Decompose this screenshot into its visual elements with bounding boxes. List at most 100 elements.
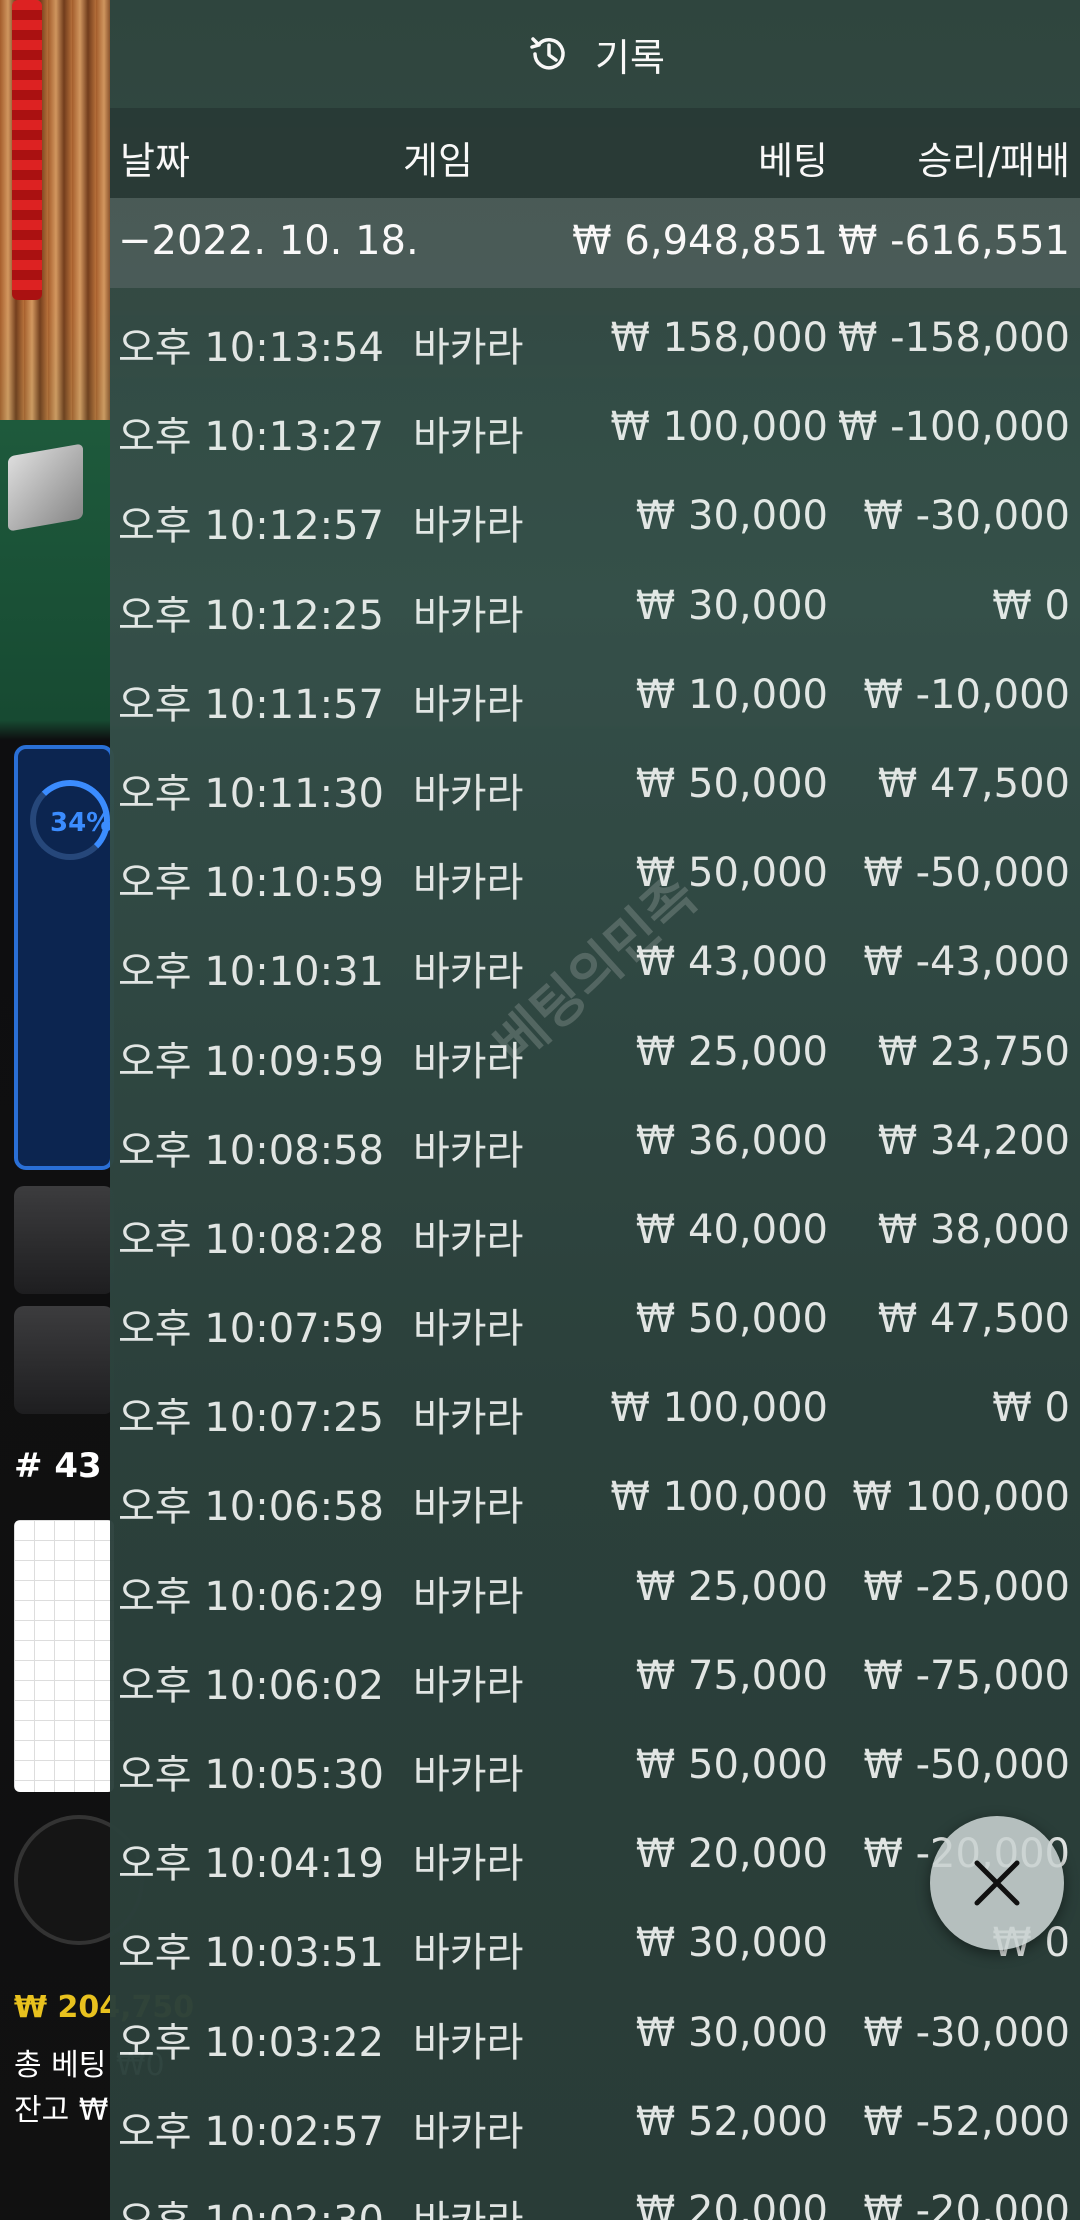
row-bet: ₩ 40,000 (635, 1206, 828, 1253)
group-total-result: ₩ -616,551 (837, 218, 1070, 264)
history-row[interactable]: 오후 10:12:57 바카라 ₩ 30,000 ₩ -30,000 (110, 473, 1080, 562)
row-result: ₩ 34,200 (877, 1117, 1070, 1164)
row-result: ₩ -10,000 (863, 671, 1070, 718)
row-bet: ₩ 20,000 (635, 2187, 828, 2220)
row-time: 오후 10:12:25 (118, 592, 384, 639)
row-result: ₩ 47,500 (877, 760, 1070, 807)
row-game: 바카라 (413, 1306, 524, 1353)
row-time: 오후 10:04:19 (118, 1841, 384, 1888)
row-game: 바카라 (413, 503, 524, 550)
history-row[interactable]: 오후 10:05:30 바카라 ₩ 50,000 ₩ -50,000 (110, 1722, 1080, 1811)
row-game: 바카라 (413, 1484, 524, 1531)
row-result: ₩ -50,000 (863, 850, 1070, 897)
row-bet: ₩ 75,000 (635, 1652, 828, 1699)
chip-stack-decoration (12, 0, 42, 300)
row-bet: ₩ 100,000 (610, 1385, 828, 1432)
history-row[interactable]: 오후 10:02:57 바카라 ₩ 52,000 ₩ -52,000 (110, 2079, 1080, 2168)
row-game: 바카라 (413, 2108, 524, 2155)
win-rate-percent: 34% (50, 808, 113, 838)
column-game: 게임 (403, 139, 473, 183)
history-title: 기록 (595, 35, 665, 80)
row-time: 오후 10:03:22 (118, 2019, 384, 2066)
column-headers: 날짜 게임 베팅 승리/패배 (110, 108, 1080, 198)
history-row[interactable]: 오후 10:06:29 바카라 ₩ 25,000 ₩ -25,000 (110, 1544, 1080, 1633)
remaining-text: 잔고 ₩ (14, 2093, 109, 2128)
history-row[interactable]: 오후 10:03:51 바카라 ₩ 30,000 ₩ 0 (110, 1900, 1080, 1989)
history-row[interactable]: 오후 10:09:59 바카라 ₩ 25,000 ₩ 23,750 (110, 1009, 1080, 1098)
row-bet: ₩ 50,000 (635, 1742, 828, 1788)
row-game: 바카라 (413, 1216, 524, 1263)
row-bet: ₩ 30,000 (635, 1920, 828, 1967)
row-result: ₩ -100,000 (837, 404, 1070, 451)
history-row[interactable]: 오후 10:02:30 바카라 ₩ 20,000 ₩ -20,000 (110, 2168, 1080, 2220)
row-bet: ₩ 25,000 (635, 1028, 828, 1075)
history-row[interactable]: 오후 10:07:59 바카라 ₩ 50,000 ₩ 47,500 (110, 1276, 1080, 1365)
row-bet: ₩ 25,000 (635, 1563, 828, 1610)
row-time: 오후 10:08:28 (118, 1216, 384, 1263)
row-bet: ₩ 30,000 (635, 2009, 828, 2056)
row-time: 오후 10:11:30 (118, 770, 384, 817)
history-row[interactable]: 오후 10:13:27 바카라 ₩ 100,000 ₩ -100,000 (110, 384, 1080, 473)
row-bet: ₩ 100,000 (610, 404, 828, 451)
history-row[interactable]: 오후 10:03:22 바카라 ₩ 30,000 ₩ -30,000 (110, 1990, 1080, 2079)
row-bet: ₩ 50,000 (635, 760, 828, 807)
row-bet: ₩ 10,000 (635, 671, 828, 718)
history-header: 기록 (110, 0, 1080, 108)
row-time: 오후 10:08:58 (118, 1127, 384, 1174)
row-bet: ₩ 36,000 (635, 1117, 828, 1164)
row-time: 오후 10:02:57 (118, 2108, 384, 2155)
row-game: 바카라 (413, 770, 524, 817)
row-game: 바카라 (413, 2019, 524, 2066)
row-time: 오후 10:02:30 (118, 2188, 384, 2220)
row-result: ₩ -30,000 (863, 2009, 1070, 2056)
row-result: ₩ 0 (992, 1385, 1070, 1432)
row-bet: ₩ 30,000 (635, 493, 828, 540)
row-time: 오후 10:12:57 (118, 503, 384, 550)
date-group-header[interactable]: −2022. 10. 18. ₩ 6,948,851 ₩ -616,551 (110, 198, 1080, 288)
row-game: 바카라 (413, 592, 524, 639)
history-row[interactable]: 오후 10:11:57 바카라 ₩ 10,000 ₩ -10,000 (110, 652, 1080, 741)
row-game: 바카라 (413, 860, 524, 907)
history-row[interactable]: 오후 10:12:25 바카라 ₩ 30,000 ₩ 0 (110, 563, 1080, 652)
row-result: ₩ -43,000 (863, 939, 1070, 986)
row-time: 오후 10:10:59 (118, 860, 384, 907)
history-row[interactable]: 오후 10:06:02 바카라 ₩ 75,000 ₩ -75,000 (110, 1633, 1080, 1722)
row-time: 오후 10:03:51 (118, 1930, 384, 1977)
column-result: 승리/패배 (917, 139, 1070, 183)
row-game: 바카라 (413, 1841, 524, 1888)
row-result: ₩ -25,000 (863, 1563, 1070, 1610)
history-row[interactable]: 오후 10:11:30 바카라 ₩ 50,000 ₩ 47,500 (110, 741, 1080, 830)
player-pair-button[interactable] (14, 1186, 114, 1294)
row-time: 오후 10:13:27 (118, 414, 384, 461)
card-shoe (8, 443, 83, 532)
close-button[interactable] (930, 1816, 1064, 1950)
row-result: ₩ 0 (992, 582, 1070, 629)
history-row[interactable]: 오후 10:08:28 바카라 ₩ 40,000 ₩ 38,000 (110, 1187, 1080, 1276)
row-result: ₩ 38,000 (877, 1206, 1070, 1253)
row-time: 오후 10:11:57 (118, 681, 384, 728)
column-bet: 베팅 (758, 139, 828, 183)
bead-road (14, 1520, 114, 1792)
row-time: 오후 10:10:31 (118, 949, 384, 996)
player-bonus-button[interactable] (14, 1306, 114, 1414)
row-game: 바카라 (413, 1127, 524, 1174)
history-row[interactable]: 오후 10:07:25 바카라 ₩ 100,000 ₩ 0 (110, 1365, 1080, 1454)
row-game: 바카라 (413, 1662, 524, 1709)
row-bet: ₩ 30,000 (635, 582, 828, 629)
row-time: 오후 10:09:59 (118, 1038, 384, 1085)
history-row[interactable]: 오후 10:10:59 바카라 ₩ 50,000 ₩ -50,000 (110, 830, 1080, 919)
history-row[interactable]: 오후 10:08:58 바카라 ₩ 36,000 ₩ 34,200 (110, 1098, 1080, 1187)
row-result: ₩ -30,000 (863, 493, 1070, 540)
row-time: 오후 10:07:25 (118, 1395, 384, 1442)
row-game: 바카라 (413, 681, 524, 728)
row-time: 오후 10:13:54 (118, 325, 384, 371)
row-result: ₩ -52,000 (863, 2098, 1070, 2145)
row-result: ₩ -50,000 (863, 1742, 1070, 1788)
row-game: 바카라 (413, 1573, 524, 1620)
row-game: 바카라 (413, 1395, 524, 1442)
row-bet: ₩ 52,000 (635, 2098, 828, 2145)
history-row[interactable]: 오후 10:13:54 바카라 ₩ 158,000 ₩ -158,000 (110, 295, 1080, 384)
row-game: 바카라 (413, 2188, 523, 2220)
history-list[interactable]: 오후 10:13:54 바카라 ₩ 158,000 ₩ -158,000 오후 10:1… (110, 295, 1080, 2220)
history-row[interactable]: 오후 10:06:58 바카라 ₩ 100,000 ₩ 100,000 (110, 1454, 1080, 1543)
